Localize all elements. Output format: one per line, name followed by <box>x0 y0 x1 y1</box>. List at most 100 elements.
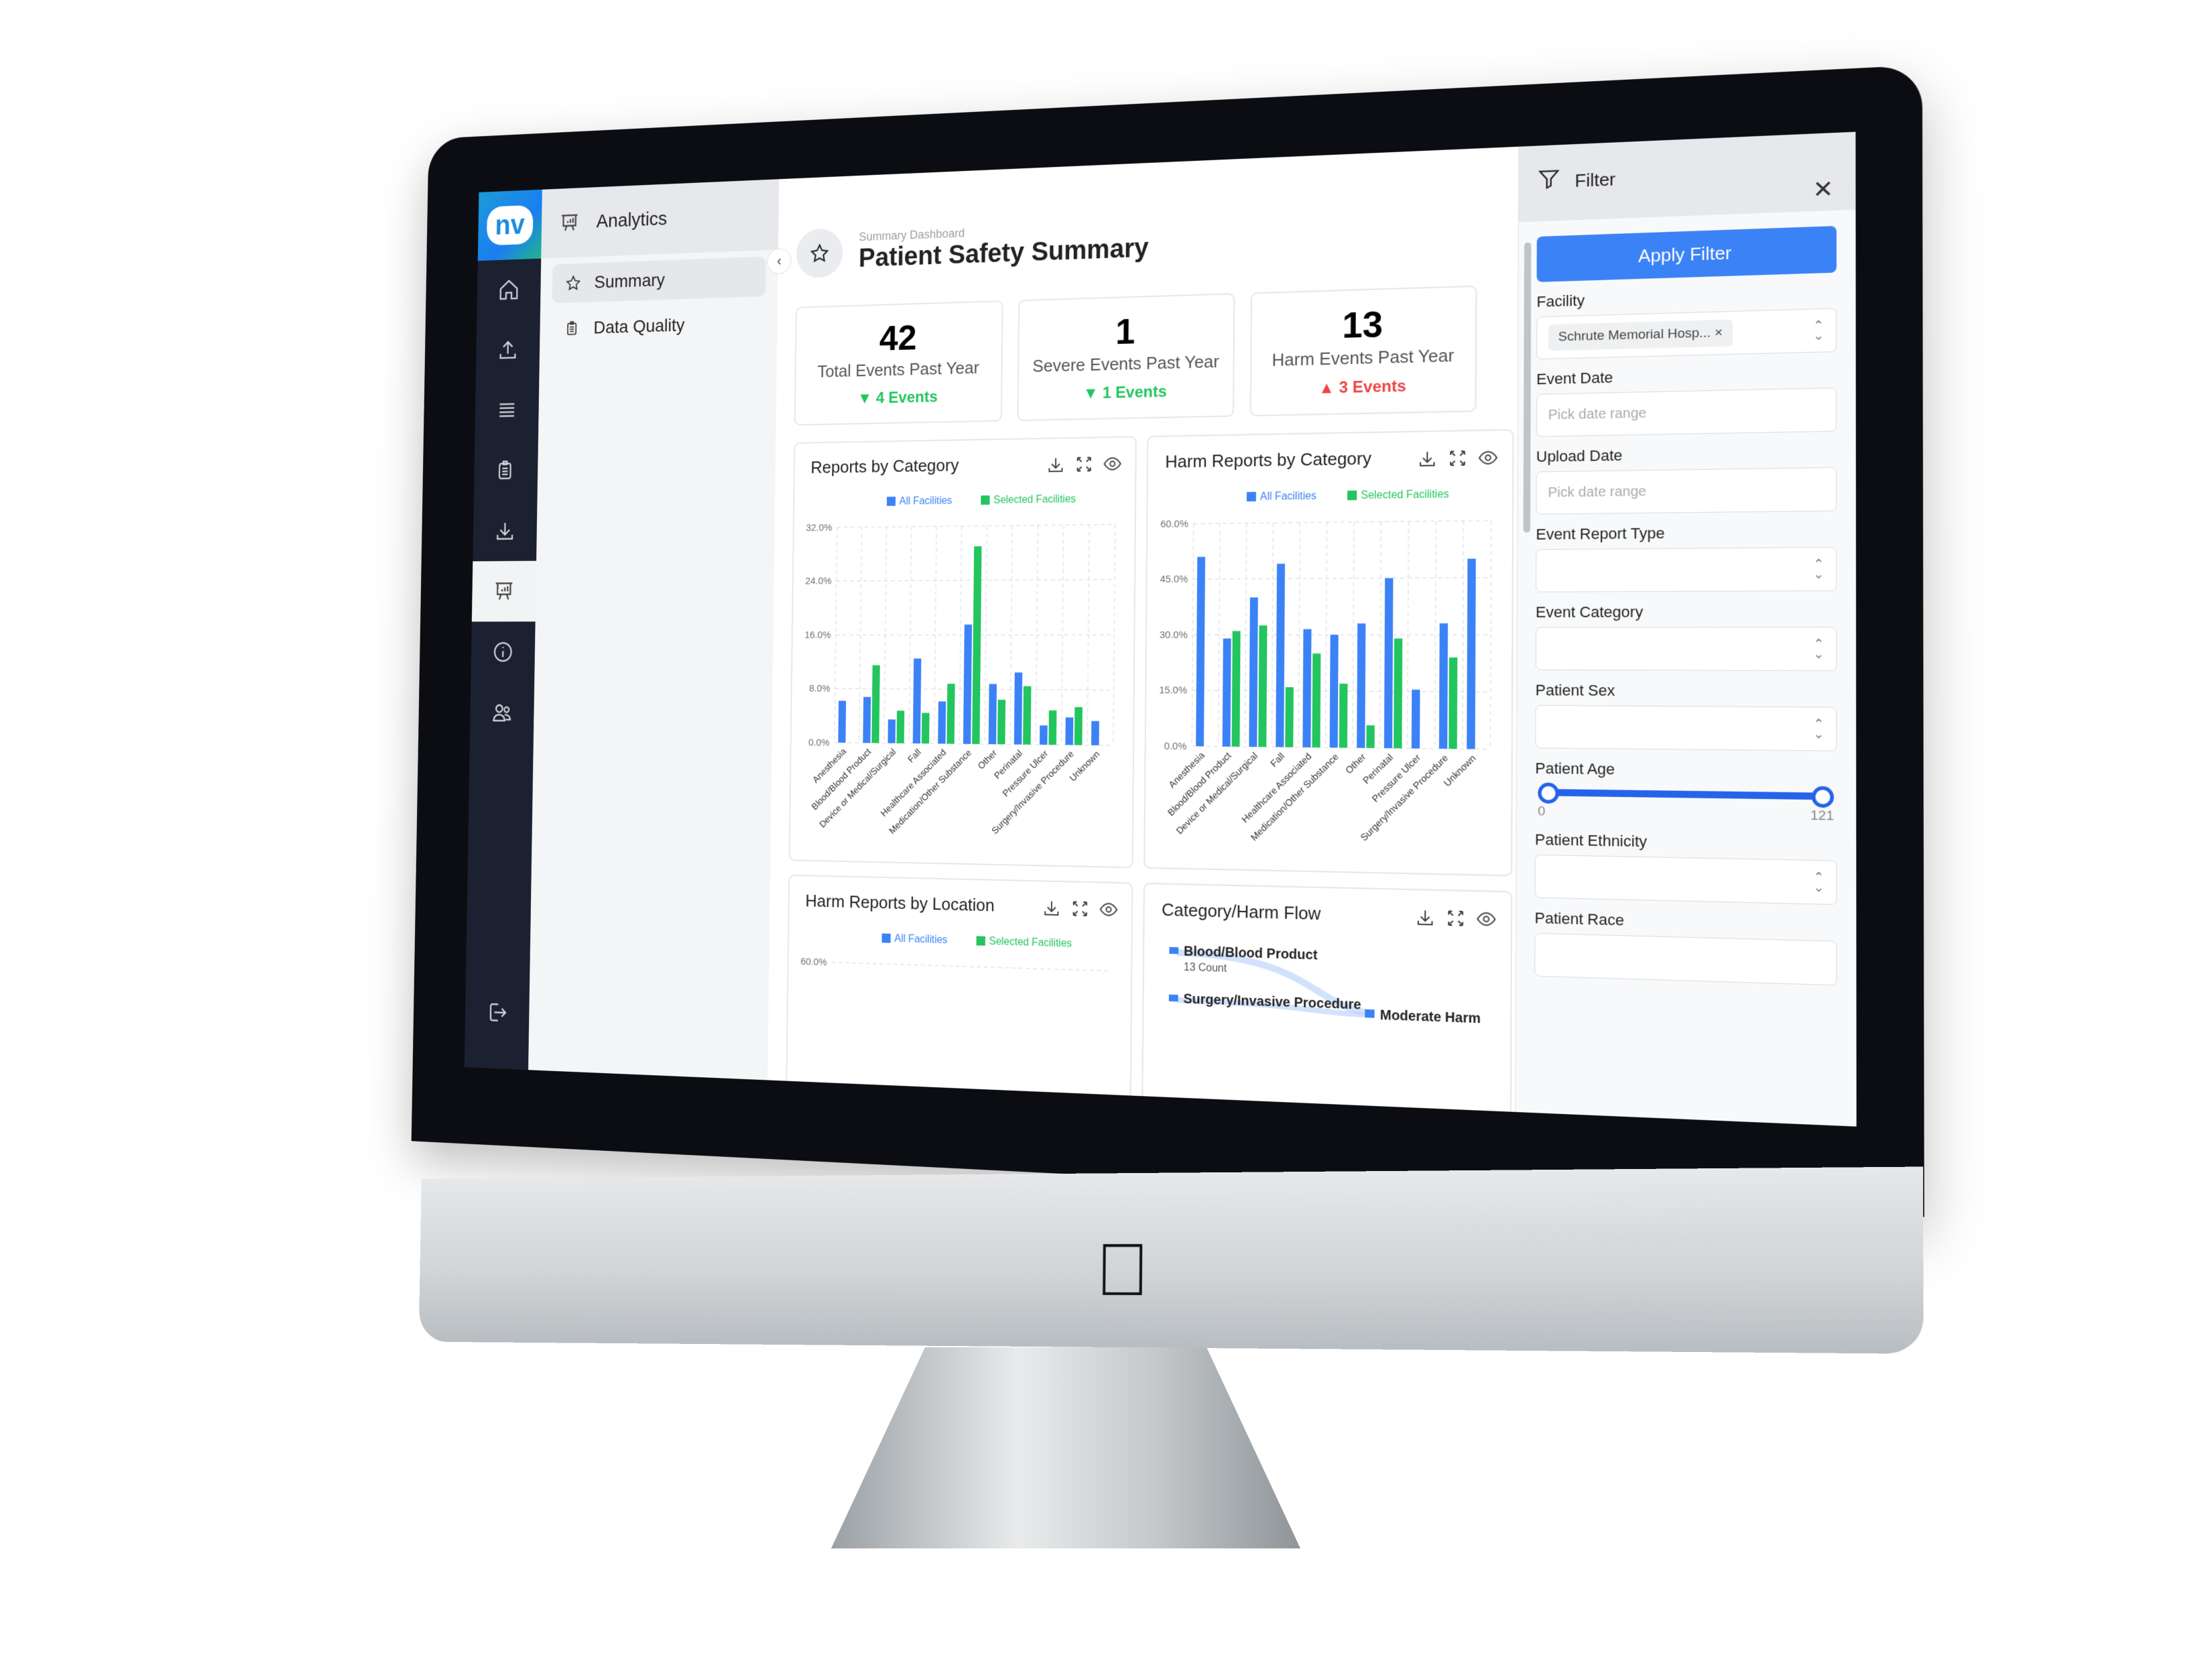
category-harm-flow-chart: Blood/Blood Product 13 Count Surgery/Inv… <box>1143 931 1481 1126</box>
rail-upload[interactable] <box>476 319 540 381</box>
eye-icon[interactable] <box>1476 908 1497 930</box>
chevron-updown-icon: ⌃ ⌄ <box>1812 556 1825 582</box>
bar-all-facilities <box>1222 638 1231 747</box>
bar-selected-facilities <box>1048 710 1057 745</box>
expand-icon[interactable] <box>1070 898 1090 919</box>
legend-swatch <box>1347 490 1357 501</box>
gridline <box>1062 525 1064 745</box>
y-tick-label: 8.0% <box>809 684 831 695</box>
main-content: Summary Dashboard Patient Safety Summary… <box>767 146 1520 1127</box>
submenu-item-data-quality[interactable]: Data Quality <box>551 303 765 349</box>
legend-swatch <box>881 933 891 943</box>
facility-select[interactable]: Schrute Memorial Hosp... × ⌃ ⌄ <box>1536 308 1837 360</box>
x-tick-label: Pressure Ulcer <box>1370 751 1423 804</box>
bar-selected-facilities <box>896 711 905 743</box>
kpi-delta: ▼ 1 Events <box>1083 382 1167 403</box>
sankey-node-label: Surgery/Invasive Procedure <box>1183 991 1361 1013</box>
harm-reports-by-location-card: Harm Reports by Location All Facilities S… <box>785 874 1133 1127</box>
facility-chip: Schrute Memorial Hosp... × <box>1548 319 1733 351</box>
bar-selected-facilities <box>1258 625 1268 747</box>
kpi-row: 42 Total Events Past Year ▼ 4 Events 1 S… <box>794 285 1477 426</box>
rail-info[interactable] <box>471 621 535 682</box>
star-icon <box>565 274 582 292</box>
gridline <box>985 526 987 744</box>
legend-swatch <box>886 496 896 506</box>
bar-selected-facilities <box>1285 687 1294 747</box>
app-logo[interactable]: nv <box>477 189 542 261</box>
bar-selected-facilities <box>1023 686 1032 745</box>
chip-remove-icon[interactable]: × <box>1715 325 1723 340</box>
monitor-stand <box>831 1347 1300 1548</box>
kpi-total-events: 42 Total Events Past Year ▼ 4 Events <box>794 300 1003 426</box>
patient-age-slider[interactable] <box>1538 782 1834 808</box>
event-report-type-select[interactable]: ⌃ ⌄ <box>1536 546 1837 593</box>
upload-date-input[interactable]: Pick date range <box>1536 467 1837 515</box>
apply-filter-button[interactable]: Apply Filter <box>1536 226 1837 282</box>
download-icon[interactable] <box>1046 454 1066 475</box>
close-icon[interactable]: ✕ <box>1812 175 1833 204</box>
y-tick-label: 0.0% <box>808 737 830 749</box>
expand-icon[interactable] <box>1445 908 1466 929</box>
bar-selected-facilities <box>1231 631 1241 747</box>
bar-all-facilities <box>1357 623 1366 748</box>
y-tick-label: 16.0% <box>804 630 831 641</box>
sankey-node <box>1169 946 1179 955</box>
bar-all-facilities <box>938 701 946 744</box>
bar-all-facilities <box>887 719 896 743</box>
bar-all-facilities <box>1249 597 1258 747</box>
bar-all-facilities <box>912 658 922 744</box>
slider-handle-min[interactable] <box>1538 782 1559 804</box>
chevron-left-icon: ‹ <box>777 253 782 269</box>
category-harm-flow-card: Category/Harm Flow Blood/Blood Product 1… <box>1141 882 1513 1127</box>
event-date-input[interactable]: Pick date range <box>1536 387 1837 437</box>
patient-age-label: Patient Age <box>1535 759 1615 778</box>
legend-swatch <box>981 495 990 505</box>
legend-label: All Facilities <box>899 495 952 507</box>
submenu-item-summary[interactable]: Summary <box>552 256 766 304</box>
gridline <box>1353 522 1354 748</box>
download-icon[interactable] <box>1417 448 1438 469</box>
eye-icon[interactable] <box>1103 454 1122 474</box>
triangle-up-icon: ▲ <box>1318 378 1339 397</box>
rail-download[interactable] <box>473 500 537 561</box>
rail-home[interactable] <box>477 259 541 321</box>
download-icon[interactable] <box>1415 907 1436 928</box>
eye-icon[interactable] <box>1477 447 1498 468</box>
patient-race-select[interactable] <box>1534 932 1837 986</box>
x-tick-label: Pressure Ulcer <box>1001 748 1050 799</box>
event-category-label: Event Category <box>1535 603 1644 621</box>
bar-selected-facilities <box>1366 725 1375 748</box>
patient-sex-select[interactable]: ⌃ ⌄ <box>1535 704 1837 751</box>
imac-mockup: nv Analytics Summary Data Quality ‹ Summ… <box>349 64 1924 1548</box>
event-category-select[interactable]: ⌃ ⌄ <box>1535 627 1837 672</box>
eye-icon[interactable] <box>1099 899 1118 920</box>
gridline <box>1490 521 1491 749</box>
y-tick-label: 60.0% <box>800 957 827 969</box>
download-icon <box>494 519 516 543</box>
gridline <box>1193 578 1491 579</box>
rail-users[interactable] <box>470 682 534 743</box>
y-tick-label: 15.0% <box>1159 685 1187 696</box>
expand-icon[interactable] <box>1074 454 1094 474</box>
y-tick-label: 0.0% <box>1164 741 1187 752</box>
harm-reports-by-category-card: Harm Reports by Category All Facilities S… <box>1144 429 1514 877</box>
kpi-severe-events: 1 Severe Events Past Year ▼ 1 Events <box>1017 293 1235 422</box>
bar-selected-facilities <box>1394 638 1403 749</box>
rail-analytics[interactable] <box>471 560 537 622</box>
bar-selected-facilities <box>1074 706 1083 745</box>
download-icon[interactable] <box>1042 898 1061 918</box>
legend-label: Selected Facilities <box>993 493 1076 506</box>
slider-handle-max[interactable] <box>1811 786 1834 808</box>
rail-logout[interactable] <box>465 981 530 1044</box>
filter-scrollbar[interactable] <box>1523 242 1532 533</box>
rail-reports[interactable] <box>474 440 538 501</box>
favorite-button[interactable] <box>796 228 843 279</box>
slider-labels: 0 121 <box>1538 804 1834 824</box>
patient-ethnicity-select[interactable]: ⌃ ⌄ <box>1534 854 1837 906</box>
monitor-chin:  <box>418 1166 1924 1354</box>
rail-list[interactable] <box>475 379 539 441</box>
sankey-node-label: Blood/Blood Product <box>1184 944 1318 963</box>
expand-icon[interactable] <box>1447 448 1468 469</box>
users-icon <box>491 700 513 725</box>
clipboard-icon <box>564 320 581 338</box>
